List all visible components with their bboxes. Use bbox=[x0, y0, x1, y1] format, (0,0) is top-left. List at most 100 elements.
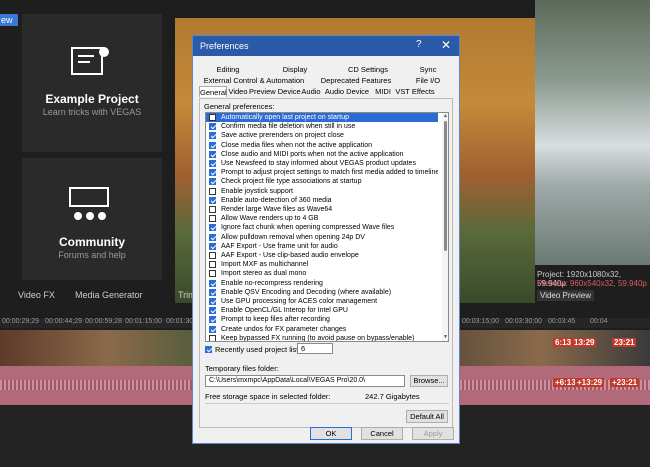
tab-vst-effects[interactable]: VST Effects bbox=[395, 86, 435, 97]
option-item[interactable]: Automatically open last project on start… bbox=[206, 113, 438, 123]
option-label: Enable joystick support bbox=[221, 187, 293, 195]
option-item[interactable]: Import stereo as dual mono bbox=[206, 269, 438, 278]
video-preview-tab[interactable]: Video Preview bbox=[537, 290, 594, 301]
option-checkbox[interactable] bbox=[209, 187, 216, 195]
tab-row-3: General Video Preview Device Audio Audio… bbox=[199, 86, 435, 97]
option-item[interactable]: Allow Wave renders up to 4 GB bbox=[206, 214, 438, 223]
tab-audio[interactable]: Audio bbox=[299, 86, 323, 97]
tab-midi[interactable]: MIDI bbox=[371, 86, 395, 97]
tab-external-control[interactable]: External Control & Automation bbox=[199, 75, 309, 86]
temp-folder-path-input[interactable]: C:\Users\mxmpc\AppData\Local\VEGAS Pro\2… bbox=[205, 375, 405, 387]
option-checkbox[interactable] bbox=[209, 316, 216, 324]
option-checkbox[interactable] bbox=[209, 261, 216, 269]
option-item[interactable]: Close media files when not the active ap… bbox=[206, 141, 438, 150]
example-project-tile[interactable]: Example Project Learn tricks with VEGAS bbox=[22, 14, 162, 152]
tab-audio-device[interactable]: Audio Device bbox=[323, 86, 371, 97]
tab-video-fx[interactable]: Video FX bbox=[18, 290, 55, 300]
recent-projects-checkbox[interactable] bbox=[205, 346, 212, 353]
option-checkbox[interactable] bbox=[209, 178, 216, 186]
new-badge[interactable]: ew bbox=[0, 14, 18, 26]
option-checkbox[interactable] bbox=[209, 150, 216, 158]
option-label: Enable QSV Encoding and Decoding (where … bbox=[221, 288, 392, 296]
tab-display[interactable]: Display bbox=[257, 64, 333, 75]
scroll-down-icon[interactable]: ▼ bbox=[442, 334, 448, 340]
option-checkbox[interactable] bbox=[209, 160, 216, 167]
tab-media-generator[interactable]: Media Generator bbox=[75, 290, 143, 300]
option-label: Enable OpenCL/GL Interop for Intel GPU bbox=[221, 307, 348, 315]
option-item[interactable]: Prompt to keep files after recording bbox=[206, 315, 438, 324]
browse-button[interactable]: Browse... bbox=[410, 375, 448, 387]
options-scrollbar[interactable]: ▲ ▼ bbox=[442, 113, 448, 341]
option-checkbox[interactable] bbox=[209, 141, 216, 149]
tab-preview-device[interactable]: Preview Device bbox=[249, 86, 301, 97]
option-item[interactable]: Check project file type associations at … bbox=[206, 177, 438, 186]
option-checkbox[interactable] bbox=[209, 206, 216, 213]
options-list[interactable]: Automatically open last project on start… bbox=[205, 112, 449, 342]
tab-file-io[interactable]: File I/O bbox=[403, 75, 453, 86]
tab-sync[interactable]: Sync bbox=[403, 64, 453, 75]
option-checkbox[interactable] bbox=[209, 123, 216, 131]
option-checkbox[interactable] bbox=[209, 334, 216, 341]
option-item[interactable]: Enable auto-detection of 360 media bbox=[206, 196, 438, 205]
option-item[interactable]: Save active prerenders on project close bbox=[206, 131, 438, 140]
option-label: Confirm media file deletion when still i… bbox=[221, 123, 356, 131]
option-checkbox[interactable] bbox=[209, 325, 216, 333]
community-tile[interactable]: Community Forums and help bbox=[22, 158, 162, 280]
ok-button[interactable]: OK bbox=[310, 427, 352, 440]
option-item[interactable]: Prompt to adjust project settings to mat… bbox=[206, 168, 438, 177]
option-item[interactable]: Close audio and MIDI ports when not the … bbox=[206, 150, 438, 159]
option-item[interactable]: Create undos for FX parameter changes bbox=[206, 325, 438, 334]
option-item[interactable]: Use GPU processing for ACES color manage… bbox=[206, 297, 438, 306]
option-checkbox[interactable] bbox=[209, 252, 216, 259]
cancel-button[interactable]: Cancel bbox=[361, 427, 403, 440]
default-all-button[interactable]: Default All bbox=[406, 410, 448, 423]
tab-cd-settings[interactable]: CD Settings bbox=[333, 64, 403, 75]
dialog-titlebar[interactable]: Preferences ? ✕ bbox=[193, 36, 459, 56]
option-checkbox[interactable] bbox=[209, 279, 216, 287]
general-panel: General preferences: Automatically open … bbox=[199, 98, 453, 428]
option-checkbox[interactable] bbox=[209, 270, 216, 278]
option-checkbox[interactable] bbox=[209, 132, 216, 140]
option-checkbox[interactable] bbox=[209, 298, 216, 305]
tab-video[interactable]: Video bbox=[227, 86, 249, 97]
option-label: Import stereo as dual mono bbox=[221, 270, 307, 278]
option-checkbox[interactable] bbox=[209, 307, 216, 315]
clip-marker: +23:21 bbox=[610, 378, 640, 387]
tab-deprecated-features[interactable]: Deprecated Features bbox=[309, 75, 403, 86]
option-item[interactable]: Enable QSV Encoding and Decoding (where … bbox=[206, 288, 438, 297]
recent-projects-label: Recently used project list: bbox=[215, 345, 301, 354]
tab-general[interactable]: General bbox=[199, 86, 227, 97]
option-label: Enable auto-detection of 360 media bbox=[221, 196, 332, 204]
help-button[interactable]: ? bbox=[416, 39, 422, 50]
apply-button[interactable]: Apply bbox=[412, 427, 454, 440]
option-item[interactable]: Confirm media file deletion when still i… bbox=[206, 122, 438, 131]
recent-count-stepper[interactable]: 6 bbox=[297, 343, 333, 354]
free-space-value: 242.7 Gigabytes bbox=[365, 392, 420, 401]
option-checkbox[interactable] bbox=[209, 224, 216, 232]
option-item[interactable]: Allow pulldown removal when opening 24p … bbox=[206, 233, 438, 242]
option-item[interactable]: Render large Wave files as Wave64 bbox=[206, 205, 438, 214]
scroll-thumb[interactable] bbox=[444, 121, 447, 251]
option-label: Use Newsfeed to stay informed about VEGA… bbox=[221, 160, 416, 167]
option-item[interactable]: Keep bypassed FX running (to avoid pause… bbox=[206, 334, 438, 341]
option-checkbox[interactable] bbox=[209, 169, 216, 177]
option-checkbox[interactable] bbox=[209, 233, 216, 241]
option-checkbox[interactable] bbox=[209, 215, 216, 223]
option-item[interactable]: Ignore fact chunk when opening compresse… bbox=[206, 223, 438, 232]
option-item[interactable]: Enable joystick support bbox=[206, 187, 438, 196]
option-item[interactable]: AAF Export - Use frame unit for audio bbox=[206, 242, 438, 251]
option-item[interactable]: Use Newsfeed to stay informed about VEGA… bbox=[206, 159, 438, 168]
option-checkbox[interactable] bbox=[209, 196, 216, 204]
tab-editing[interactable]: Editing bbox=[199, 64, 257, 75]
option-checkbox[interactable] bbox=[209, 288, 216, 296]
scroll-up-icon[interactable]: ▲ bbox=[442, 113, 448, 119]
option-item[interactable]: Enable no-recompress rendering bbox=[206, 279, 438, 288]
option-checkbox[interactable] bbox=[209, 242, 216, 250]
option-item[interactable]: Enable OpenCL/GL Interop for Intel GPU bbox=[206, 306, 438, 315]
close-icon[interactable]: ✕ bbox=[441, 38, 451, 52]
community-icon bbox=[69, 187, 109, 220]
option-item[interactable]: Import MXF as multichannel bbox=[206, 260, 438, 269]
option-checkbox[interactable] bbox=[209, 114, 216, 121]
option-item[interactable]: AAF Export - Use clip-based audio envelo… bbox=[206, 251, 438, 260]
recent-projects-option[interactable]: Recently used project list: bbox=[205, 345, 300, 354]
